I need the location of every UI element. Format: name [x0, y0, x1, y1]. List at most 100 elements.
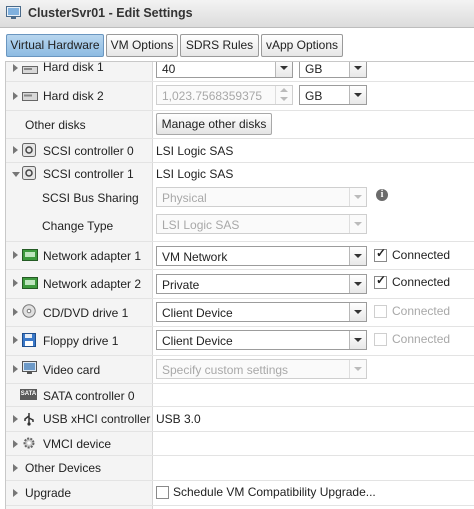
floppy-drive-1-select[interactable]: Client Device: [156, 330, 367, 350]
vm-icon: [6, 6, 21, 19]
row-other-devices: Other Devices: [6, 456, 474, 481]
chevron-down-icon[interactable]: [275, 62, 292, 77]
expand-icon[interactable]: [13, 92, 18, 100]
window-title-bar: ClusterSvr01 - Edit Settings: [0, 0, 474, 28]
expand-icon[interactable]: [13, 464, 18, 472]
expand-icon[interactable]: [13, 365, 18, 373]
network-adapter-1-select[interactable]: VM Network: [156, 246, 367, 266]
tab-vm-options[interactable]: VM Options: [106, 34, 178, 57]
window-title: ClusterSvr01 - Edit Settings: [28, 6, 193, 20]
chevron-down-icon[interactable]: [349, 331, 366, 349]
expand-icon[interactable]: [13, 440, 18, 448]
hard-disk-1-unit-select[interactable]: GB: [299, 62, 367, 78]
cd-dvd-drive-1-connected-label: Connected: [392, 304, 451, 318]
chevron-down-icon[interactable]: [349, 86, 366, 104]
tab-bar: Virtual Hardware VM Options SDRS Rules v…: [0, 28, 474, 61]
row-network-adapter-1: Network adapter 1 VM Network ✓ Connected: [6, 242, 474, 270]
hard-disk-2-size-input[interactable]: 1,023.7568359375: [156, 85, 293, 105]
usb-controller-value: USB 3.0: [156, 412, 201, 426]
scsi-controller-1-value: LSI Logic SAS: [156, 167, 234, 181]
gear-icon: [23, 437, 35, 449]
row-video-card: Video card Specify custom settings: [6, 356, 474, 384]
manage-other-disks-button[interactable]: Manage other disks: [156, 113, 272, 135]
scsi-controller-0-value: LSI Logic SAS: [156, 144, 234, 158]
chevron-down-icon[interactable]: [349, 360, 366, 378]
hard-disk-1-label: Hard disk 1: [43, 61, 104, 74]
row-scsi-controller-1: SCSI controller 1 LSI Logic SAS: [6, 163, 474, 185]
floppy-icon: [22, 333, 36, 347]
usb-controller-label: USB xHCI controller: [43, 412, 151, 426]
expand-icon[interactable]: [13, 308, 18, 316]
tab-vapp-options[interactable]: vApp Options: [261, 34, 343, 57]
network-adapter-2-connected-label: Connected: [392, 275, 451, 289]
network-adapter-icon: [22, 277, 38, 289]
row-hard-disk-2: Hard disk 2 1,023.7568359375 GB: [6, 82, 474, 111]
network-adapter-1-label: Network adapter 1: [43, 249, 142, 263]
network-adapter-1-connected-label: Connected: [392, 248, 451, 262]
cd-dvd-icon: [22, 304, 36, 318]
checkmark-icon: ✓: [376, 273, 387, 287]
other-devices-label: Other Devices: [25, 461, 102, 475]
scsi-controller-icon: [22, 166, 36, 180]
expand-icon[interactable]: [13, 279, 18, 287]
tab-virtual-hardware[interactable]: Virtual Hardware: [6, 34, 104, 57]
network-adapter-2-label: Network adapter 2: [43, 277, 142, 291]
video-card-select[interactable]: Specify custom settings: [156, 359, 367, 379]
schedule-upgrade-label: Schedule VM Compatibility Upgrade...: [173, 485, 376, 499]
network-adapter-icon: [22, 249, 38, 261]
row-hard-disk-1: Hard disk 1 40 GB: [6, 62, 474, 82]
row-network-adapter-2: Network adapter 2 Private ✓ Connected: [6, 270, 474, 299]
chevron-down-icon[interactable]: [349, 62, 366, 77]
checkmark-icon: ✓: [376, 246, 387, 260]
cd-dvd-drive-1-label: CD/DVD drive 1: [43, 306, 129, 320]
network-adapter-2-connected-checkbox[interactable]: ✓: [374, 273, 387, 289]
hard-disk-2-unit-select[interactable]: GB: [299, 85, 367, 105]
schedule-upgrade-checkbox[interactable]: [156, 486, 169, 499]
hard-disk-2-label: Hard disk 2: [43, 89, 104, 103]
expand-icon[interactable]: [13, 336, 18, 344]
chevron-down-icon[interactable]: [349, 188, 366, 206]
video-card-label: Video card: [43, 363, 101, 377]
row-cd-dvd-drive-1: CD/DVD drive 1 Client Device Connected: [6, 299, 474, 327]
hard-disk-icon: [22, 66, 38, 74]
other-disks-label: Other disks: [25, 118, 86, 132]
chevron-down-icon[interactable]: [349, 275, 366, 293]
vmci-device-label: VMCI device: [43, 437, 112, 451]
network-adapter-1-connected-checkbox[interactable]: ✓: [374, 246, 387, 262]
scsi-controller-icon: [22, 143, 36, 157]
chevron-down-icon[interactable]: [349, 303, 366, 321]
row-floppy-drive-1: Floppy drive 1 Client Device Connected: [6, 327, 474, 356]
scsi-controller-0-label: SCSI controller 0: [43, 144, 134, 158]
floppy-drive-1-connected-label: Connected: [392, 332, 451, 346]
row-change-type: Change Type LSI Logic SAS: [6, 210, 474, 242]
expand-icon[interactable]: [13, 146, 18, 154]
hard-disk-1-size-combo[interactable]: 40: [156, 62, 293, 78]
cd-dvd-drive-1-select[interactable]: Client Device: [156, 302, 367, 322]
info-icon[interactable]: i: [376, 189, 388, 201]
row-vmci-device: VMCI device: [6, 432, 474, 456]
floppy-drive-1-connected-checkbox[interactable]: [374, 333, 387, 346]
cd-dvd-drive-1-connected-checkbox[interactable]: [374, 305, 387, 318]
change-type-select[interactable]: LSI Logic SAS: [156, 214, 367, 234]
expand-icon[interactable]: [13, 64, 18, 72]
sata-controller-0-label: SATA controller 0: [43, 389, 135, 403]
expand-icon[interactable]: [13, 415, 18, 423]
row-usb-controller: USB xHCI controller USB 3.0: [6, 407, 474, 432]
sata-icon: SATA: [20, 389, 37, 400]
row-scsi-bus-sharing: SCSI Bus Sharing Physical i: [6, 186, 474, 209]
virtual-hardware-panel: Hard disk 1 40 GB Hard disk 2 1,023.7568…: [5, 61, 474, 509]
upgrade-label: Upgrade: [25, 486, 72, 500]
row-other-disks: Other disks Manage other disks: [6, 111, 474, 139]
expand-icon[interactable]: [13, 251, 18, 259]
network-adapter-2-select[interactable]: Private: [156, 274, 367, 294]
chevron-down-icon[interactable]: [349, 247, 366, 265]
monitor-icon: [22, 361, 37, 374]
row-upgrade: Upgrade Schedule VM Compatibility Upgrad…: [6, 481, 474, 506]
spinner-icon[interactable]: [275, 86, 292, 104]
collapse-icon[interactable]: [12, 172, 20, 177]
scsi-bus-sharing-select[interactable]: Physical: [156, 187, 367, 207]
tab-sdrs-rules[interactable]: SDRS Rules: [180, 34, 259, 57]
chevron-down-icon[interactable]: [349, 215, 366, 233]
row-scsi-controller-0: SCSI controller 0 LSI Logic SAS: [6, 139, 474, 163]
expand-icon[interactable]: [13, 489, 18, 497]
